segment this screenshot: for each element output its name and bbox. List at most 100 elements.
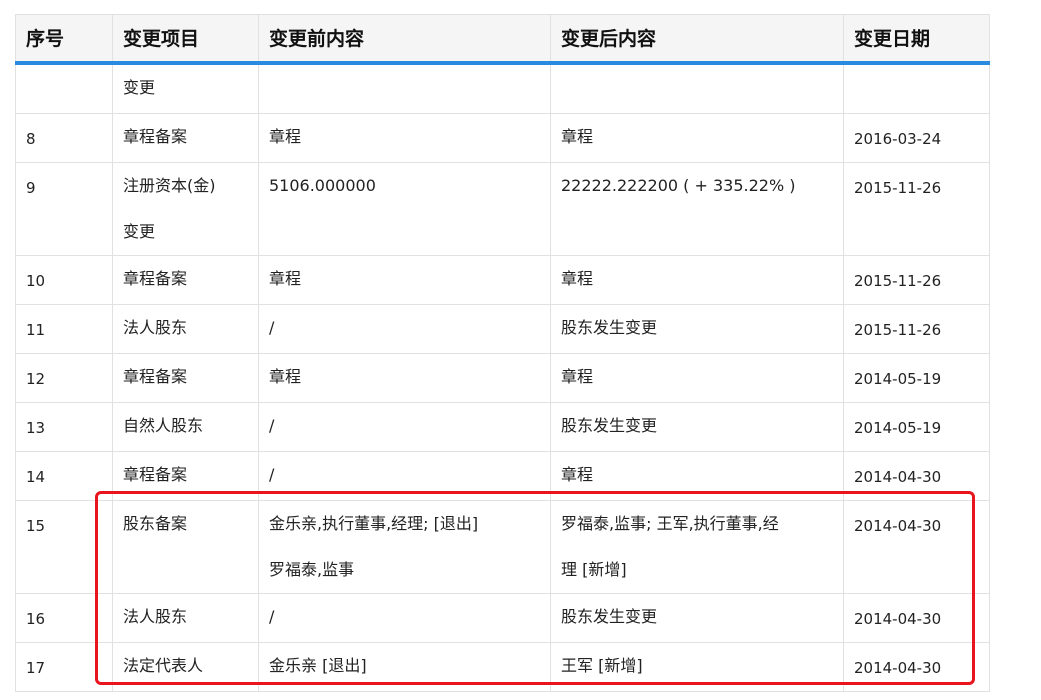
cell-no [15,62,113,114]
cell-no-text: 17 [26,658,46,677]
header-item: 变更项目 [112,14,259,65]
header-row: 序号 变更项目 变更前内容 变更后内容 变更日期 [15,14,990,65]
cell-date-text: 2015-11-26 [854,320,942,339]
cell-no: 12 [15,352,113,403]
table-row: 16 法人股东 / 股东发生变更 2014-04-30 [15,592,990,643]
change-records-table-wrapper: 序号 变更项目 变更前内容 变更后内容 变更日期 变更 8 章程备案 章程 章程 2016… [15,14,990,692]
cell-date-text: 2014-04-30 [854,516,942,535]
cell-after: 22222.222200 ( + 335.22% ) [550,161,844,256]
table-row: 8 章程备案 章程 章程 2016-03-24 [15,112,990,163]
cell-after-line: 罗福泰,监事; 王军,执行董事,经 [561,513,779,533]
cell-before-line: 5106.000000 [269,175,376,195]
cell-before-line: 金乐亲 [退出] [269,655,367,675]
table-row: 9 注册资本(金) 变更 5106.000000 22222.222200 ( + 33… [15,161,990,256]
cell-date-text: 2014-04-30 [854,467,942,486]
cell-no-text [26,67,112,113]
cell-before: / [258,401,551,452]
header-no: 序号 [15,14,113,65]
cell-no-text: 10 [26,271,46,290]
cell-date: 2015-11-26 [843,303,990,354]
table-row: 变更 [15,62,990,114]
cell-after-line [561,65,843,111]
cell-no-text: 12 [26,369,46,388]
table-row: 12 章程备案 章程 章程 2014-05-19 [15,352,990,403]
cell-date-text: 2016-03-24 [854,129,942,148]
cell-date [843,62,990,114]
table-row: 13 自然人股东 / 股东发生变更 2014-05-19 [15,401,990,452]
cell-after-line: 股东发生变更 [561,317,658,337]
cell-item-line: 自然人股东 [123,415,204,435]
cell-no: 9 [15,161,113,256]
cell-after: 章程 [550,254,844,305]
cell-date-text: 2014-05-19 [854,418,942,437]
cell-date: 2016-03-24 [843,112,990,163]
table-row: 14 章程备案 / 章程 2014-04-30 [15,450,990,501]
cell-before [258,62,551,114]
header-before: 变更前内容 [258,14,551,65]
cell-after: 股东发生变更 [550,592,844,643]
cell-after: 罗福泰,监事; 王军,执行董事,经理 [新增] [550,499,844,594]
cell-no: 15 [15,499,113,594]
cell-before: / [258,450,551,501]
table-body: 变更 8 章程备案 章程 章程 2016-03-24 9 注册资本(金) 变更 5106.0000… [15,62,990,692]
cell-no-text: 9 [26,178,36,197]
cell-date-text: 2014-04-30 [854,609,942,628]
header-after: 变更后内容 [550,14,844,65]
cell-after-line: 股东发生变更 [561,415,658,435]
cell-date: 2014-04-30 [843,450,990,501]
cell-before: / [258,303,551,354]
table-row: 11 法人股东 / 股东发生变更 2015-11-26 [15,303,990,354]
cell-item-line: 股东备案 [123,513,188,533]
cell-after: 股东发生变更 [550,303,844,354]
cell-before-line: / [269,464,275,484]
cell-date-text: 2015-11-26 [854,271,942,290]
cell-before-line: 章程 [269,268,302,288]
table-row: 15 股东备案 金乐亲,执行董事,经理; [退出] 罗福泰,监事 罗福泰,监事; 王军,… [15,499,990,594]
cell-after-line: 理 [新增] [561,559,627,579]
cell-no-text: 15 [26,516,46,535]
cell-date-text [854,67,989,113]
cell-before: 章程 [258,352,551,403]
cell-no-text: 14 [26,467,46,486]
cell-item: 章程备案 [112,112,259,163]
cell-date: 2015-11-26 [843,161,990,256]
cell-date: 2014-04-30 [843,641,990,692]
cell-item-line: 章程备案 [123,366,188,386]
cell-after-line: 股东发生变更 [561,606,658,626]
cell-after: 章程 [550,352,844,403]
cell-no-text: 8 [26,129,36,148]
cell-no: 8 [15,112,113,163]
cell-before-line: 罗福泰,监事 [269,559,355,579]
cell-after-line: 章程 [561,464,594,484]
table-row: 10 章程备案 章程 章程 2015-11-26 [15,254,990,305]
cell-item: 法人股东 [112,592,259,643]
change-records-table: 序号 变更项目 变更前内容 变更后内容 变更日期 变更 8 章程备案 章程 章程 2016… [15,14,990,692]
cell-item-line: 法人股东 [123,606,188,626]
cell-after-line: 22222.222200 ( + 335.22% ) [561,175,796,195]
cell-before-line: 章程 [269,126,302,146]
cell-no: 14 [15,450,113,501]
cell-item: 股东备案 [112,499,259,594]
cell-after: 章程 [550,450,844,501]
cell-after: 章程 [550,112,844,163]
table-row: 17 法定代表人 金乐亲 [退出] 王军 [新增] 2014-04-30 [15,641,990,692]
cell-before-line [269,65,550,111]
cell-after-line: 王军 [新增] [561,655,643,675]
cell-after-line: 章程 [561,366,594,386]
cell-after [550,62,844,114]
cell-no: 17 [15,641,113,692]
cell-item: 法人股东 [112,303,259,354]
cell-before-line: / [269,606,275,626]
cell-no-text: 16 [26,609,46,628]
cell-after: 王军 [新增] [550,641,844,692]
cell-no: 11 [15,303,113,354]
cell-after-line: 章程 [561,126,594,146]
cell-date: 2015-11-26 [843,254,990,305]
cell-item-line: 章程备案 [123,268,188,288]
cell-after-line: 章程 [561,268,594,288]
cell-item: 注册资本(金) 变更 [112,161,259,256]
cell-before: / [258,592,551,643]
cell-no-text: 13 [26,418,46,437]
cell-after: 股东发生变更 [550,401,844,452]
cell-date-text: 2014-04-30 [854,658,942,677]
